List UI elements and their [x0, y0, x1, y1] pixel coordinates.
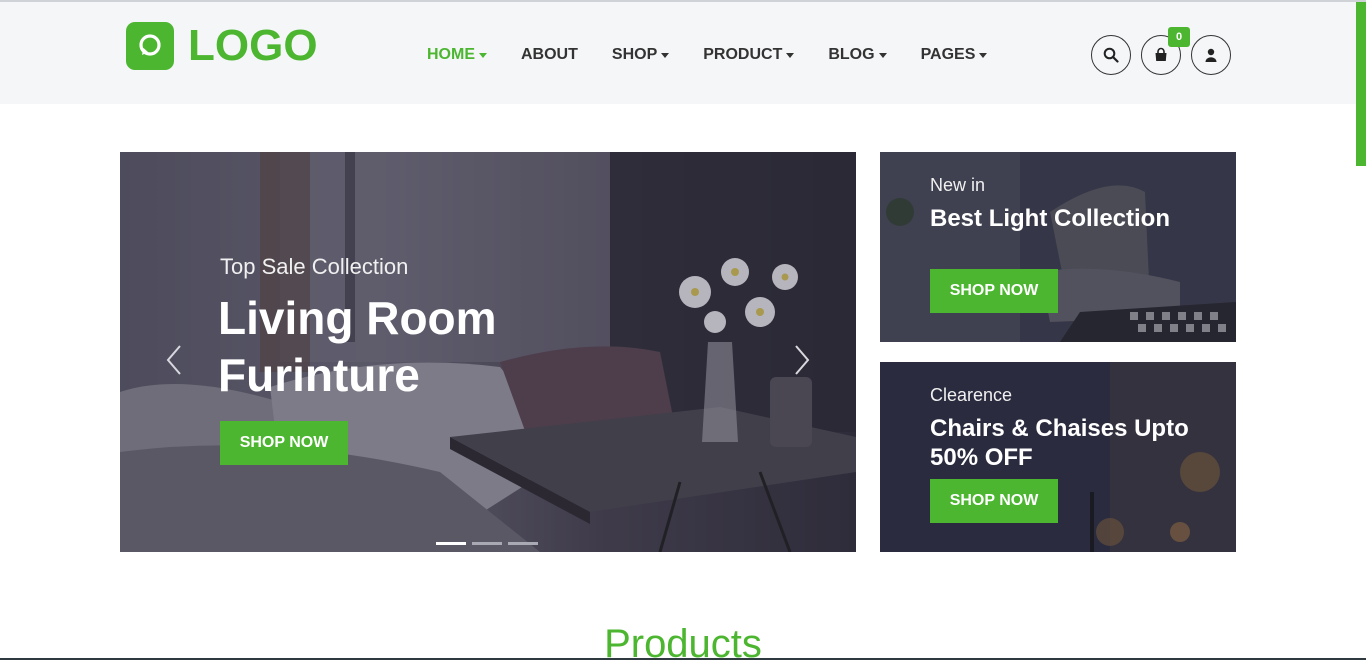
products-section-title: Products: [604, 622, 762, 660]
nav-item-pages[interactable]: PAGES: [921, 46, 988, 64]
slider-dot[interactable]: [508, 542, 538, 545]
caret-down-icon: [979, 53, 988, 58]
nav-item-label: BLOG: [828, 46, 875, 63]
hero-subtitle: Top Sale Collection: [220, 254, 409, 279]
hero-slider: Top Sale Collection Living Room Furintur…: [120, 152, 856, 552]
main-nav: HOME ABOUT SHOP PRODUCT BLOG PAGES: [410, 44, 1004, 66]
caret-down-icon: [878, 53, 887, 58]
banner-best-light: New in Best Light Collection SHOP NOW: [880, 152, 1236, 342]
banner-shop-now-button[interactable]: SHOP NOW: [930, 269, 1058, 313]
nav-item-shop[interactable]: SHOP: [611, 46, 670, 64]
site-header: LOGO HOME ABOUT SHOP PRODUCT BLOG PAGES: [0, 2, 1366, 104]
nav-item-label: ABOUT: [521, 46, 578, 63]
hero-title: Living Room Furinture: [218, 292, 497, 401]
scroll-indicator[interactable]: [1356, 2, 1366, 166]
banner-subtitle: Clearence: [930, 385, 1013, 405]
nav-item-label: PRODUCT: [703, 46, 783, 63]
account-button[interactable]: [1191, 35, 1231, 75]
user-icon: [1205, 48, 1217, 62]
logo[interactable]: LOGO: [126, 22, 318, 70]
nav-item-label: PAGES: [920, 46, 976, 63]
nav-item-product[interactable]: PRODUCT: [703, 46, 795, 64]
logo-text: LOGO: [188, 21, 318, 70]
banner-title: Chairs & Chaises Upto 50% OFF: [930, 415, 1189, 471]
caret-down-icon: [479, 53, 487, 58]
banner-shop-now-button[interactable]: SHOP NOW: [930, 479, 1058, 523]
nav-item-label: HOME: [427, 46, 475, 63]
nav-item-blog[interactable]: BLOG: [828, 46, 887, 64]
slider-dot[interactable]: [472, 542, 502, 545]
search-icon: [1103, 47, 1119, 63]
nav-item-home[interactable]: HOME: [427, 46, 487, 64]
slider-dots: [436, 542, 544, 545]
slider-dot[interactable]: [436, 542, 466, 545]
banner-subtitle: New in: [930, 175, 986, 195]
banner-title: Best Light Collection: [930, 205, 1170, 232]
chat-bubble-icon: [126, 22, 174, 70]
shopping-bag-icon: [1155, 47, 1167, 61]
chevron-right-icon[interactable]: [792, 344, 812, 376]
caret-down-icon: [661, 53, 670, 58]
chevron-left-icon[interactable]: [164, 344, 184, 376]
caret-down-icon: [786, 53, 795, 58]
cart-count-badge: 0: [1168, 27, 1190, 47]
banner-chairs: Clearence Chairs & Chaises Upto 50% OFF …: [880, 362, 1236, 552]
nav-item-label: SHOP: [611, 46, 658, 63]
hero-shop-now-button[interactable]: SHOP NOW: [220, 421, 348, 465]
nav-item-about[interactable]: ABOUT: [521, 46, 578, 64]
search-button[interactable]: [1091, 35, 1131, 75]
